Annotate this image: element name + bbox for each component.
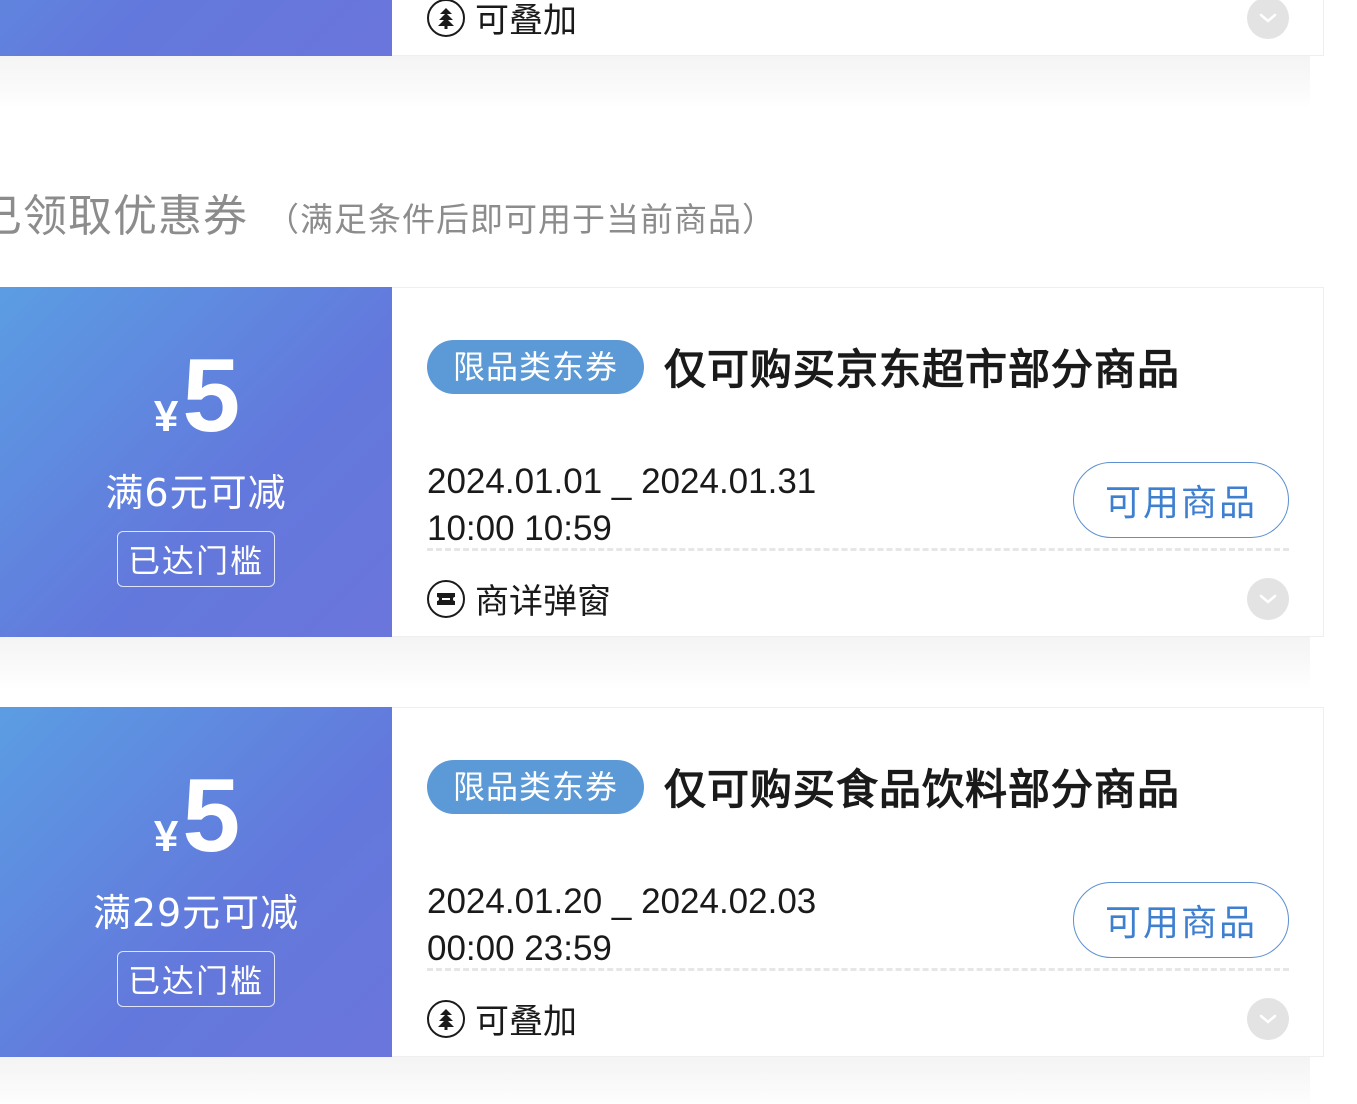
- coupon-card: ¥ 5 满29元可减 已达门槛 限品类东券 仅可购买食品饮料部分商品 2024.…: [0, 707, 1324, 1057]
- coupon-title: 仅可购买食品饮料部分商品: [664, 765, 1181, 814]
- time-range: 00:00 23:59: [427, 929, 612, 968]
- time-range: 10:00 10:59: [427, 509, 612, 548]
- date-range: 2024.01.20 _ 2024.02.03: [427, 882, 817, 921]
- validity-period: 2024.01.20 _ 2024.02.03 00:00 23:59: [427, 878, 816, 972]
- dashed-divider: [427, 968, 1289, 971]
- coupon-footer-label: 可叠加: [475, 1002, 577, 1042]
- coupon-shadow: [0, 56, 1310, 108]
- validity-period: 2024.01.01 _ 2024.01.31 10:00 10:59: [427, 458, 816, 552]
- currency-symbol: ¥: [153, 391, 179, 441]
- ticket-icon: [427, 579, 465, 618]
- coupon-condition: 满6元可减: [105, 470, 287, 515]
- coupon-detail-panel: 可叠加: [392, 0, 1324, 56]
- chevron-down-icon[interactable]: [1247, 0, 1289, 39]
- chevron-down-icon[interactable]: [1247, 998, 1289, 1040]
- coupon-shadow: [0, 1057, 1310, 1104]
- coupon-footer: 可叠加: [427, 994, 577, 1043]
- coupon-amount-panel: ¥ 5 满6元可减 已达门槛: [0, 287, 392, 637]
- chevron-down-icon[interactable]: [1247, 578, 1289, 620]
- threshold-badge: 已达门槛: [116, 530, 275, 587]
- section-heading: 已领取优惠券 （满足条件后即可用于当前商品）: [0, 180, 776, 244]
- amount-value: 5: [182, 337, 240, 454]
- available-products-button[interactable]: 可用商品: [1073, 462, 1289, 538]
- coupon-footer: 可叠加: [427, 0, 577, 42]
- coupon-footer-label: 可叠加: [475, 1, 577, 41]
- coupon-title: 仅可购买京东超市部分商品: [664, 345, 1181, 394]
- coupon-shadow: [0, 637, 1310, 689]
- coupon-list-page: 可叠加 已领取优惠券 （满足条件后即可用于当前商品） ¥ 5 满6元可减 已达门…: [0, 0, 1357, 1104]
- threshold-badge: 已达门槛: [116, 950, 275, 1007]
- coupon-card: ¥ 5 满6元可减 已达门槛 限品类东券 仅可购买京东超市部分商品 2024.0…: [0, 287, 1324, 637]
- amount-value: 5: [182, 757, 240, 874]
- stack-tree-icon: [427, 999, 465, 1038]
- coupon-amount-panel: ¥ 5 满29元可减 已达门槛: [0, 707, 392, 1057]
- available-products-button[interactable]: 可用商品: [1073, 882, 1289, 958]
- coupon-title-row: 限品类东券 仅可购买京东超市部分商品: [427, 336, 1180, 397]
- currency-symbol: ¥: [153, 811, 179, 861]
- category-tag: 限品类东券: [427, 339, 645, 394]
- coupon-footer: 商详弹窗: [427, 574, 611, 623]
- dashed-divider: [427, 548, 1289, 551]
- coupon-condition: 满29元可减: [92, 890, 300, 935]
- coupon-amount-panel: [0, 0, 392, 56]
- coupon-amount: ¥ 5: [153, 757, 240, 874]
- coupon-amount: ¥ 5: [153, 337, 240, 454]
- category-tag: 限品类东券: [427, 759, 645, 814]
- stack-tree-icon: [427, 0, 465, 37]
- section-title: 已领取优惠券: [0, 191, 248, 242]
- coupon-card-partial: 可叠加: [0, 0, 1324, 56]
- coupon-footer-label: 商详弹窗: [475, 582, 611, 622]
- section-subtitle: （满足条件后即可用于当前商品）: [266, 200, 776, 239]
- date-range: 2024.01.01 _ 2024.01.31: [427, 462, 817, 501]
- coupon-detail-panel: 限品类东券 仅可购买京东超市部分商品 2024.01.01 _ 2024.01.…: [392, 287, 1324, 637]
- coupon-detail-panel: 限品类东券 仅可购买食品饮料部分商品 2024.01.20 _ 2024.02.…: [392, 707, 1324, 1057]
- coupon-title-row: 限品类东券 仅可购买食品饮料部分商品: [427, 756, 1180, 817]
